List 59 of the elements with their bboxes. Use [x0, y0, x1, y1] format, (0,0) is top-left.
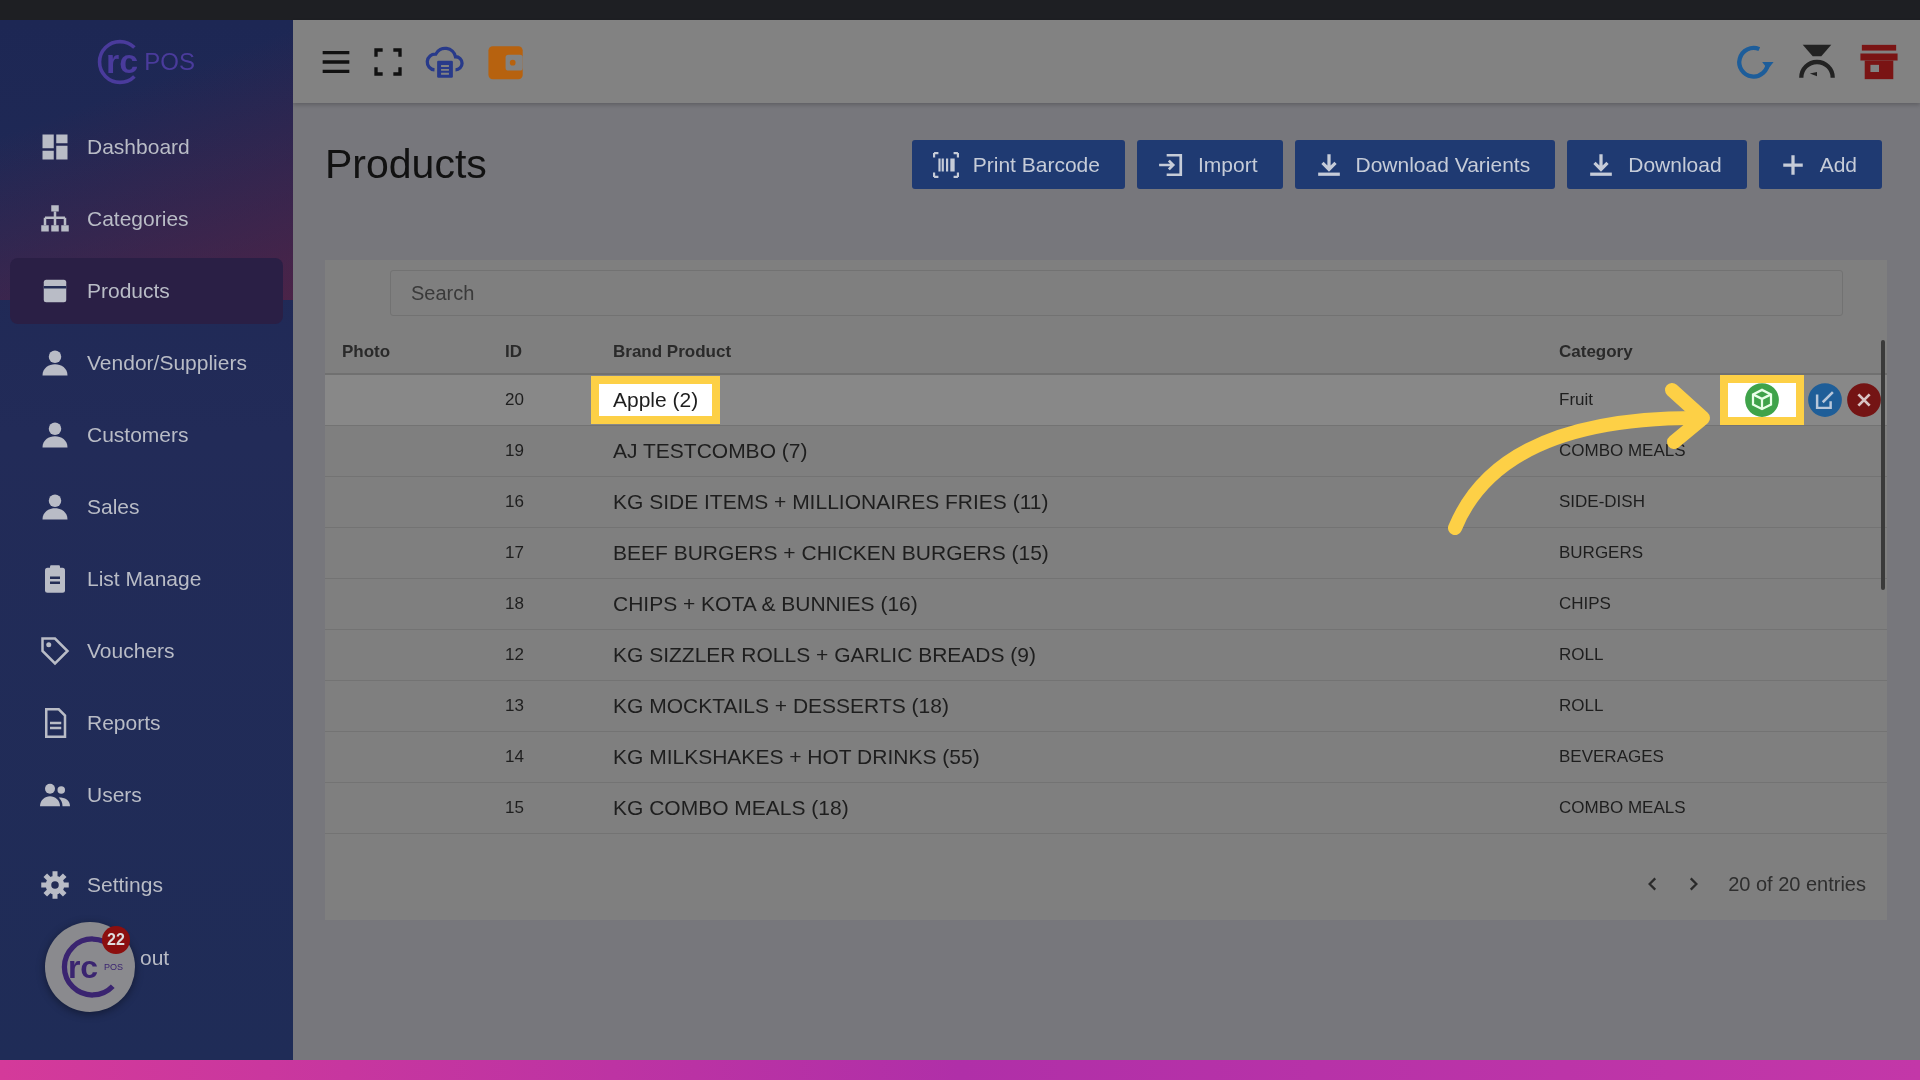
table-cell-text: CHIPS	[1559, 594, 1612, 614]
table-cell: AJ TESTCOMBO (7)	[613, 439, 808, 463]
table-row[interactable]: 18 CHIPS + KOTA & BUNNIES (16) CHIPS	[325, 579, 1887, 630]
table-row[interactable]: 12 KG SIZZLER ROLLS + GARLIC BREADS (9) ROLL	[325, 630, 1887, 681]
table-cell-text: 13	[505, 696, 525, 716]
table-cell: CHIPS + KOTA & BUNNIES (16)	[613, 592, 918, 616]
table-row[interactable]: 20 Apple (2) Fruit	[325, 375, 1887, 426]
sidebar-item[interactable]: Vendor/Suppliers	[10, 330, 283, 396]
table-cell: KG MILKSHAKES + HOT DRINKS (55)	[613, 745, 980, 769]
sidebar-item[interactable]: List Manage	[10, 546, 283, 612]
column-header: ID	[505, 341, 523, 362]
table-cell-text: 16	[505, 492, 525, 512]
entries-summary: 20 of 20 entries	[1728, 872, 1866, 896]
table-cell: BEEF BURGERS + CHICKEN BURGERS (15)	[613, 541, 1049, 565]
table-row[interactable]: 13 KG MOCKTAILS + DESSERTS (18) ROLL	[325, 681, 1887, 732]
sidebar-item[interactable]: Settings	[10, 852, 283, 918]
toolbar-button[interactable]: Download Varients	[1294, 140, 1556, 189]
table-cell: KG COMBO MEALS (18)	[613, 796, 849, 820]
table-cell-text: ROLL	[1559, 696, 1605, 716]
table-cell-text: BURGERS	[1559, 543, 1645, 563]
table-cell-text: 18	[505, 594, 525, 614]
toolbar-button[interactable]: Print Barcode	[911, 140, 1125, 189]
toolbar-button[interactable]: Import	[1137, 140, 1283, 189]
search-field[interactable]: Search	[390, 270, 1843, 316]
table-cell-text: BEVERAGES	[1559, 747, 1665, 767]
column-header: Photo	[342, 341, 392, 362]
table-cell: KG SIDE ITEMS + MILLIONAIRES FRIES (11)	[613, 490, 1049, 514]
sidebar-item[interactable]: out	[140, 925, 283, 991]
sidebar-item[interactable]: Products	[10, 258, 283, 324]
table-cell-text: 20	[505, 390, 525, 410]
table-cell: Apple (2)	[591, 376, 721, 424]
sidebar-item[interactable]: Vouchers	[10, 618, 283, 684]
notification-badge: 22	[102, 926, 130, 954]
table-cell: KG SIZZLER ROLLS + GARLIC BREADS (9)	[613, 643, 1037, 667]
column-header: Category	[1559, 341, 1634, 362]
sidebar-item[interactable]: Users	[10, 762, 283, 828]
table-cell-text: COMBO MEALS	[1559, 441, 1687, 461]
table-cell-text: SIDE-DISH	[1559, 492, 1646, 512]
table-cell-text: 14	[505, 747, 525, 767]
table-cell: KG MOCKTAILS + DESSERTS (18)	[613, 694, 949, 718]
column-header: Brand Product	[613, 341, 733, 362]
page-title: Products	[325, 141, 487, 188]
sidebar-item[interactable]: Categories	[10, 186, 283, 252]
table-cell-text: 19	[505, 441, 525, 461]
logo: rc POS	[0, 20, 293, 103]
table-cell-text: ROLL	[1559, 645, 1605, 665]
table-cell-text: 17	[505, 543, 525, 563]
sidebar-item[interactable]: Reports	[10, 690, 283, 756]
table-cell-text: 15	[505, 798, 525, 818]
table-row[interactable]: 15 KG COMBO MEALS (18) COMBO MEALS	[325, 783, 1887, 834]
sidebar-item[interactable]: Dashboard	[10, 114, 283, 180]
sidebar-item[interactable]: Sales	[10, 474, 283, 540]
table-row[interactable]: 14 KG MILKSHAKES + HOT DRINKS (55) BEVERAGES	[325, 732, 1887, 783]
sidebar-item[interactable]: Customers	[10, 402, 283, 468]
toolbar-button[interactable]: Add	[1758, 140, 1882, 189]
toolbar-button[interactable]: Download	[1567, 140, 1747, 189]
table-cell-text: Fruit	[1559, 390, 1594, 410]
table-cell-text: 12	[505, 645, 525, 665]
table-cell-text: COMBO MEALS	[1559, 798, 1687, 818]
